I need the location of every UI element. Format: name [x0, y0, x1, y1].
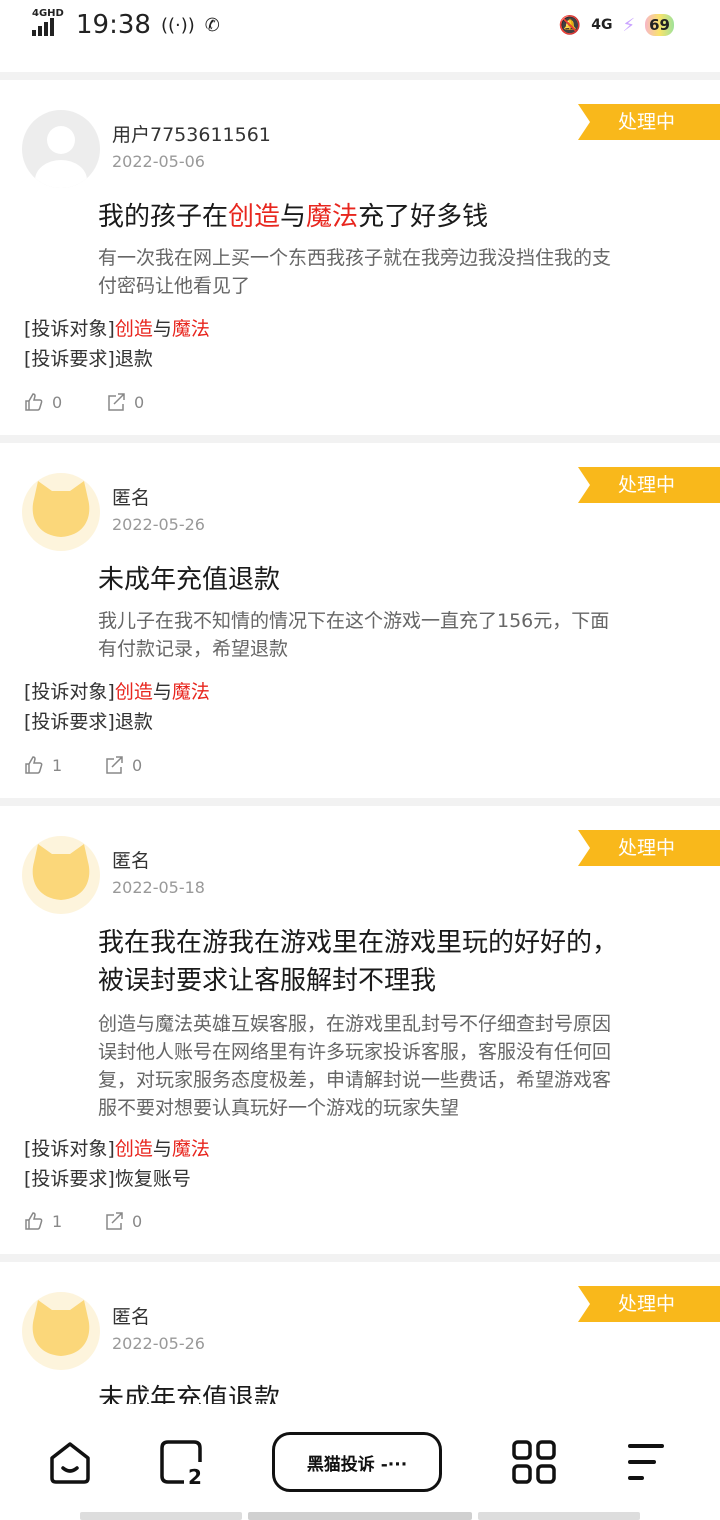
- avatar: [22, 110, 100, 188]
- network-type: 4G: [591, 17, 613, 33]
- share-icon: [108, 393, 125, 411]
- complaint-title[interactable]: 我的孩子在创造与魔法充了好多钱: [98, 198, 638, 236]
- complaint-card[interactable]: 匿名 2022-05-26 处理中 未成年充值退款: [0, 1262, 720, 1404]
- clock: 19:38: [76, 10, 151, 40]
- apps-grid-icon[interactable]: [510, 1438, 558, 1486]
- like-button[interactable]: 1: [24, 1211, 62, 1231]
- thumbs-up-icon: [25, 1212, 43, 1230]
- bottom-navigation-bar: 2 黑猫投诉 -···: [0, 1404, 720, 1520]
- complaint-target: [投诉对象]创造与魔法: [24, 681, 210, 703]
- avatar: [22, 836, 100, 914]
- divider: [0, 72, 720, 80]
- hotspot-icon: ((·)): [160, 14, 195, 36]
- status-badge: 处理中: [578, 467, 720, 503]
- gesture-bar: [80, 1512, 242, 1520]
- cat-avatar-icon: [32, 844, 90, 900]
- home-icon[interactable]: [46, 1438, 94, 1486]
- username: 匿名: [112, 1306, 151, 1328]
- complaint-card[interactable]: 匿名 2022-05-18 处理中 我在我在游我在游戏里在游戏里玩的好好的，被误…: [0, 806, 720, 1254]
- complaint-target: [投诉对象]创造与魔法: [24, 318, 210, 340]
- avatar: [22, 473, 100, 551]
- post-date: 2022-05-26: [112, 1334, 205, 1353]
- complaint-description: 我儿子在我不知情的情况下在这个游戏一直充了156元，下面有付款记录，希望退款: [98, 610, 610, 660]
- status-badge: 处理中: [578, 1286, 720, 1322]
- tabs-icon[interactable]: 2: [158, 1438, 206, 1486]
- share-icon: [106, 1212, 123, 1230]
- complaint-request: [投诉要求]恢复账号: [24, 1168, 191, 1190]
- battery-level: 69: [645, 14, 674, 36]
- complaint-title[interactable]: 未成年充值退款: [98, 1380, 638, 1404]
- share-icon: [106, 756, 123, 774]
- current-page-pill[interactable]: 黑猫投诉 -···: [272, 1432, 442, 1492]
- divider: [0, 1254, 720, 1262]
- status-badge: 处理中: [578, 830, 720, 866]
- status-bar: 4GHD 19:38 ((·)) ✆ 🔕 4G ⚡ 69: [0, 0, 720, 58]
- share-button[interactable]: 0: [104, 1211, 142, 1231]
- cellular-signal-icon: 4GHD: [32, 8, 66, 36]
- thumbs-up-icon: [25, 756, 43, 774]
- divider: [0, 435, 720, 443]
- username: 匿名: [112, 850, 151, 872]
- complaint-card[interactable]: 匿名 2022-05-26 处理中 未成年充值退款 我儿子在我不知情的情况下在这…: [0, 443, 720, 798]
- share-button[interactable]: 0: [104, 755, 142, 775]
- svg-text:2: 2: [188, 1465, 202, 1486]
- complaint-description: 有一次我在网上买一个东西我孩子就在我旁边我没挡住我的支付密码让他看见了: [98, 247, 612, 297]
- call-icon: ✆: [204, 14, 220, 36]
- complaint-request: [投诉要求]退款: [24, 348, 153, 370]
- divider: [0, 798, 720, 806]
- default-user-icon: [35, 126, 87, 188]
- cat-avatar-icon: [32, 481, 90, 537]
- post-date: 2022-05-18: [112, 878, 205, 897]
- username: 用户7753611561: [112, 124, 271, 146]
- post-date: 2022-05-26: [112, 515, 205, 534]
- share-button[interactable]: 0: [106, 392, 144, 412]
- post-date: 2022-05-06: [112, 152, 205, 171]
- status-badge: 处理中: [578, 104, 720, 140]
- like-button[interactable]: 0: [24, 392, 62, 412]
- mute-notification-icon: 🔕: [558, 14, 582, 36]
- complaint-description: 创造与魔法英雄互娱客服，在游戏里乱封号不仔细查封号原因误封他人账号在网络里有许多…: [98, 1013, 612, 1119]
- complaint-request: [投诉要求]退款: [24, 711, 153, 733]
- complaint-title[interactable]: 我在我在游我在游戏里在游戏里玩的好好的，被误封要求让客服解封不理我: [98, 924, 628, 1000]
- complaint-title[interactable]: 未成年充值退款: [98, 561, 638, 599]
- like-button[interactable]: 1: [24, 755, 62, 775]
- gesture-bar: [248, 1512, 472, 1520]
- thumbs-up-icon: [25, 393, 43, 411]
- complaint-target: [投诉对象]创造与魔法: [24, 1138, 210, 1160]
- username: 匿名: [112, 487, 151, 509]
- charging-icon: ⚡: [622, 14, 636, 36]
- gesture-bar: [478, 1512, 640, 1520]
- avatar: [22, 1292, 100, 1370]
- complaint-card[interactable]: 用户7753611561 2022-05-06 处理中 我的孩子在创造与魔法充了…: [0, 80, 720, 435]
- cat-avatar-icon: [32, 1300, 90, 1356]
- menu-icon[interactable]: [622, 1438, 670, 1486]
